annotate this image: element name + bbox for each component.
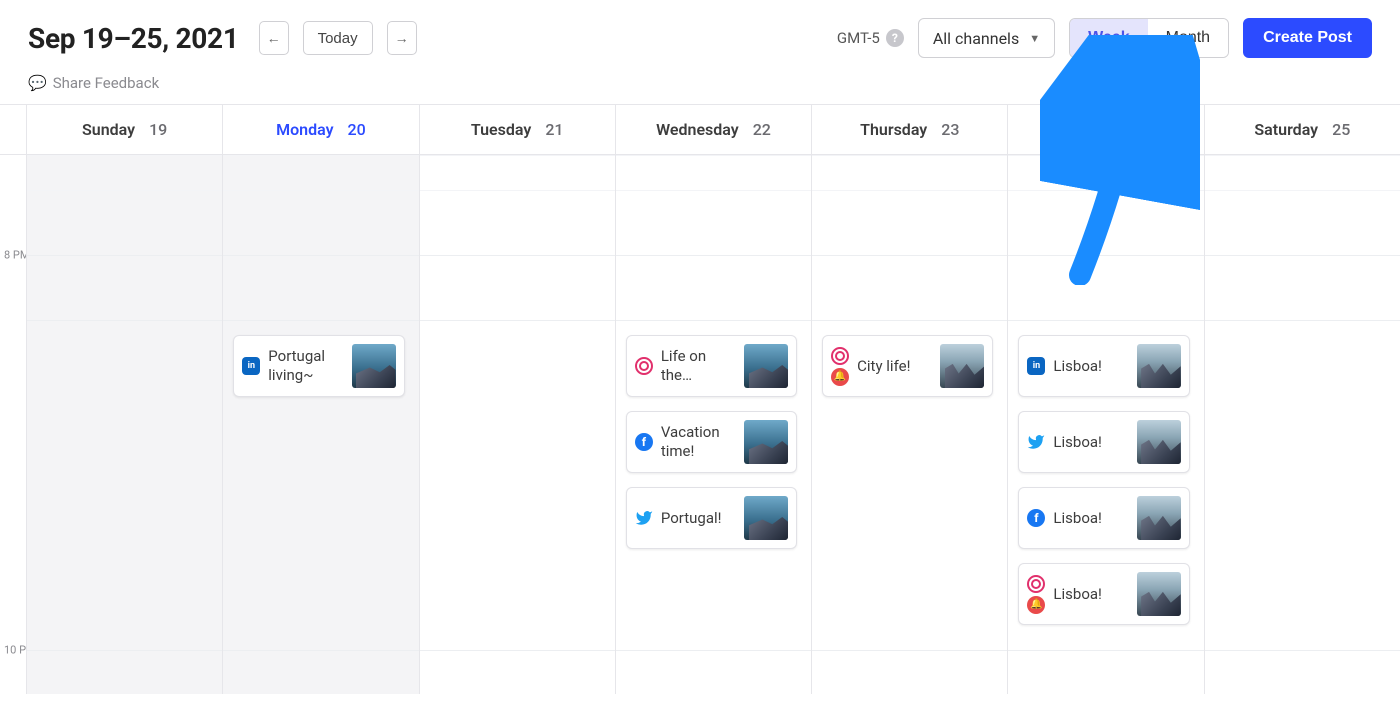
timezone-label: GMT-5	[837, 29, 880, 47]
post-card[interactable]: Vacation time!	[626, 411, 797, 473]
day-header-thursday[interactable]: Thursday 23	[811, 105, 1007, 155]
post-card[interactable]: Lisboa!	[1018, 563, 1189, 625]
day-column-thursday[interactable]: City life!	[811, 155, 1007, 694]
view-segmented-control: Week Month	[1069, 18, 1229, 58]
day-number: 21	[545, 120, 563, 139]
share-feedback-label: Share Feedback	[53, 74, 160, 92]
date-range-title: Sep 19–25, 2021	[28, 22, 239, 55]
channels-dropdown-label: All channels	[933, 29, 1019, 48]
day-name: Thursday	[860, 120, 927, 139]
arrow-left-icon: ←	[267, 30, 281, 46]
post-thumbnail	[1137, 496, 1181, 540]
day-name: Monday	[276, 120, 333, 139]
post-thumbnail	[744, 344, 788, 388]
chevron-down-icon: ▼	[1029, 32, 1040, 45]
reminder-icon	[1027, 596, 1045, 614]
post-caption: Lisboa!	[1053, 433, 1128, 452]
twitter-icon	[635, 509, 653, 527]
post-card[interactable]: Lisboa!	[1018, 487, 1189, 549]
post-thumbnail	[1137, 344, 1181, 388]
day-number: 20	[348, 120, 366, 139]
day-column-monday[interactable]: Portugal living~	[222, 155, 418, 694]
post-card[interactable]: Portugal!	[626, 487, 797, 549]
today-button[interactable]: Today	[303, 21, 373, 55]
post-caption: Portugal!	[661, 509, 736, 528]
facebook-icon	[1027, 509, 1045, 527]
post-card[interactable]: Portugal living~	[233, 335, 404, 397]
day-number: 25	[1332, 120, 1350, 139]
day-name: Wednesday	[656, 120, 739, 139]
instagram-icon	[831, 347, 849, 365]
day-column-tuesday[interactable]	[419, 155, 615, 694]
arrow-right-icon: →	[395, 30, 409, 46]
linkedin-icon	[242, 357, 260, 375]
day-header-saturday[interactable]: Saturday 25	[1204, 105, 1400, 155]
view-week-button[interactable]: Week	[1070, 19, 1148, 57]
post-thumbnail	[1137, 420, 1181, 464]
timezone-indicator: GMT-5 ?	[837, 29, 904, 47]
calendar-toolbar: Sep 19–25, 2021 ← Today → GMT-5 ? All ch…	[0, 0, 1400, 66]
post-thumbnail	[352, 344, 396, 388]
day-name: Tuesday	[471, 120, 531, 139]
twitter-icon	[1027, 433, 1045, 451]
day-number: 22	[753, 120, 771, 139]
post-card[interactable]: Lisboa!	[1018, 411, 1189, 473]
day-number: 24	[1126, 120, 1144, 139]
reminder-icon	[831, 368, 849, 386]
post-caption: Lisboa!	[1053, 357, 1128, 376]
post-thumbnail	[744, 420, 788, 464]
comment-icon: 💬	[28, 74, 47, 92]
day-header-friday[interactable]: Friday 24	[1007, 105, 1203, 155]
time-gutter: 8 PM 10 PM	[0, 155, 26, 694]
post-caption: Lisboa!	[1053, 509, 1128, 528]
create-post-button[interactable]: Create Post	[1243, 18, 1372, 58]
share-feedback-link[interactable]: 💬 Share Feedback	[0, 66, 1400, 104]
day-name: Sunday	[82, 120, 135, 139]
instagram-icon	[1027, 575, 1045, 593]
facebook-icon	[635, 433, 653, 451]
day-header-monday[interactable]: Monday 20	[222, 105, 418, 155]
channels-dropdown[interactable]: All channels ▼	[918, 18, 1055, 58]
next-week-button[interactable]: →	[387, 21, 417, 55]
day-column-friday[interactable]: Lisboa! Lisboa! Lisboa! Lisboa!	[1007, 155, 1203, 694]
prev-week-button[interactable]: ←	[259, 21, 289, 55]
post-caption: City life!	[857, 357, 932, 376]
day-name: Friday	[1068, 120, 1112, 139]
post-thumbnail	[1137, 572, 1181, 616]
day-header-sunday[interactable]: Sunday 19	[26, 105, 222, 155]
view-month-button[interactable]: Month	[1148, 19, 1228, 57]
post-card[interactable]: Lisboa!	[1018, 335, 1189, 397]
post-card[interactable]: City life!	[822, 335, 993, 397]
instagram-icon	[635, 357, 653, 375]
day-column-saturday[interactable]	[1204, 155, 1400, 694]
day-column-sunday[interactable]	[26, 155, 222, 694]
day-header-tuesday[interactable]: Tuesday 21	[419, 105, 615, 155]
post-thumbnail	[744, 496, 788, 540]
help-icon[interactable]: ?	[886, 29, 904, 47]
linkedin-icon	[1027, 357, 1045, 375]
day-name: Saturday	[1254, 120, 1318, 139]
day-number: 23	[941, 120, 959, 139]
post-thumbnail	[940, 344, 984, 388]
post-caption: Vacation time!	[661, 423, 736, 461]
calendar-grid: Sunday 19 Monday 20 Tuesday 21 Wednesday…	[0, 104, 1400, 694]
day-header-wednesday[interactable]: Wednesday 22	[615, 105, 811, 155]
post-caption: Life on the…	[661, 347, 736, 385]
day-column-wednesday[interactable]: Life on the… Vacation time! Portugal!	[615, 155, 811, 694]
post-caption: Lisboa!	[1053, 585, 1128, 604]
post-caption: Portugal living~	[268, 347, 343, 385]
day-number: 19	[149, 120, 167, 139]
post-card[interactable]: Life on the…	[626, 335, 797, 397]
